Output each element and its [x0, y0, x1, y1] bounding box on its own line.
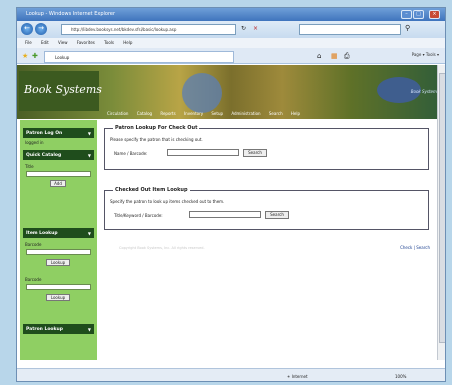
item-box-description: Specify the patron to look up items chec… [110, 199, 225, 204]
menu-view[interactable]: View [58, 40, 68, 45]
menu-help[interactable]: Help [123, 40, 132, 45]
zoom-level[interactable]: 100% [395, 374, 406, 379]
site-logo[interactable]: Book Systems [19, 71, 102, 111]
main-content: Patron Lookup For Check Out Please speci… [99, 120, 436, 360]
patron-lookup-title: Patron Lookup [26, 327, 63, 332]
barcode-lookup-button[interactable]: Lookup [46, 294, 70, 301]
tab-bar: ★ ✚ Lookup ⌂ ▦ ⎙ Page ▾ Tools ▾ [17, 48, 445, 64]
chevron-down-icon: ▼ [87, 153, 91, 158]
chevron-down-icon: ▼ [87, 327, 91, 332]
scroll-thumb[interactable] [439, 73, 445, 343]
menu-bar: File Edit View Favorites Tools Help [17, 38, 445, 48]
nav-search[interactable]: Search [269, 111, 283, 116]
patron-box-description: Please specify the patron that is checki… [110, 137, 203, 142]
menu-file[interactable]: File [25, 40, 32, 45]
item-keyword-label: Title/Keyword / Barcode: [114, 213, 163, 218]
page-tools-menu[interactable]: Page ▾ Tools ▾ [412, 52, 439, 57]
nav-circulation[interactable]: Circulation [107, 111, 128, 116]
footer-links[interactable]: Check | Search [400, 245, 430, 250]
quick-catalog-add-button[interactable]: Add [50, 180, 66, 187]
close-button[interactable]: × [429, 10, 440, 19]
search-input[interactable] [299, 24, 401, 35]
home-icon[interactable]: ⌂ [317, 52, 321, 60]
patron-lookup-header[interactable]: Patron Lookup ▼ [23, 324, 94, 334]
title-bar: Lookup - Windows Internet Explorer – □ × [17, 8, 445, 21]
sidebar: Patron Log On ▼ logged in Quick Catalog … [20, 120, 97, 360]
tab-lookup[interactable]: Lookup [44, 51, 234, 63]
quick-catalog-input[interactable] [26, 171, 91, 177]
patron-name-input[interactable] [167, 149, 239, 156]
nav-setup[interactable]: Setup [211, 111, 223, 116]
nav-reports[interactable]: Reports [160, 111, 175, 116]
item-box-legend: Checked Out Item Lookup [113, 187, 190, 193]
feeds-icon[interactable]: ▦ [331, 52, 338, 60]
patron-search-button[interactable]: Search [243, 149, 267, 157]
patron-logon-title: Patron Log On [26, 131, 63, 136]
browser-window: Lookup - Windows Internet Explorer – □ ×… [16, 7, 446, 382]
security-zone: ⚭ Internet [287, 374, 308, 379]
item-lookup-title: Item Lookup [26, 231, 58, 236]
nav-help[interactable]: Help [291, 111, 300, 116]
quick-catalog-header[interactable]: Quick Catalog ▼ [23, 150, 94, 160]
minimize-button[interactable]: – [401, 10, 412, 19]
item-lookup-header[interactable]: Item Lookup ▼ [23, 228, 94, 238]
patron-name-label: Name / Barcode: [114, 151, 148, 156]
chevron-down-icon: ▼ [87, 231, 91, 236]
item-lookup-label: Barcode [25, 242, 42, 247]
vertical-scrollbar[interactable] [437, 65, 445, 360]
menu-favorites[interactable]: Favorites [77, 40, 95, 45]
window-title: Lookup - Windows Internet Explorer [26, 11, 116, 17]
stop-icon[interactable]: × [253, 25, 258, 32]
quick-catalog-label: Title [25, 164, 34, 169]
search-icon[interactable]: ⚲ [405, 24, 410, 32]
address-bar: ← → http://libdev.booksys.net/bkdev.sfsi… [17, 21, 445, 38]
logon-status: logged in [25, 140, 44, 145]
chevron-down-icon: ▼ [87, 131, 91, 136]
patron-lookup-box: Patron Lookup For Check Out Please speci… [104, 125, 429, 170]
globe-icon: ⚭ [287, 374, 291, 379]
item-lookup-box: Checked Out Item Lookup Specify the patr… [104, 187, 429, 230]
status-bar: ⚭ Internet 100% [17, 368, 445, 381]
nav-administration[interactable]: Administration [231, 111, 260, 116]
maximize-button[interactable]: □ [413, 10, 424, 19]
url-input[interactable]: http://libdev.booksys.net/bkdev.sfsi/bas… [61, 24, 236, 35]
back-icon[interactable]: ← [21, 23, 33, 35]
add-favorite-icon[interactable]: ✚ [32, 52, 38, 60]
forward-icon[interactable]: → [35, 23, 47, 35]
quick-catalog-title: Quick Catalog [26, 153, 62, 158]
nav-inventory[interactable]: Inventory [184, 111, 203, 116]
site-nav: Circulation Catalog Reports Inventory Se… [107, 111, 437, 119]
banner-photo [182, 73, 222, 113]
barcode-input[interactable] [26, 284, 91, 290]
refresh-icon[interactable]: ↻ [241, 25, 246, 32]
item-keyword-input[interactable] [189, 211, 261, 218]
tab-label: Lookup [55, 55, 70, 60]
nav-catalog[interactable]: Catalog [137, 111, 152, 116]
zone-label: Internet [291, 374, 308, 379]
site-banner: Book Systems Book Systems Circulation Ca… [17, 65, 445, 119]
item-search-button[interactable]: Search [265, 211, 289, 219]
item-lookup-input[interactable] [26, 249, 91, 255]
menu-edit[interactable]: Edit [41, 40, 49, 45]
item-lookup-button[interactable]: Lookup [46, 259, 70, 266]
brand-mark: Book Systems [410, 89, 439, 94]
logo-text: Book Systems [24, 83, 102, 96]
patron-box-legend: Patron Lookup For Check Out [113, 125, 200, 131]
print-icon[interactable]: ⎙ [344, 52, 350, 61]
favorites-star-icon[interactable]: ★ [22, 52, 28, 60]
barcode-label: Barcode [25, 277, 42, 282]
patron-logon-header[interactable]: Patron Log On ▼ [23, 128, 94, 138]
footer-copyright: Copyright Book Systems, Inc. All rights … [119, 246, 205, 250]
menu-tools[interactable]: Tools [104, 40, 114, 45]
